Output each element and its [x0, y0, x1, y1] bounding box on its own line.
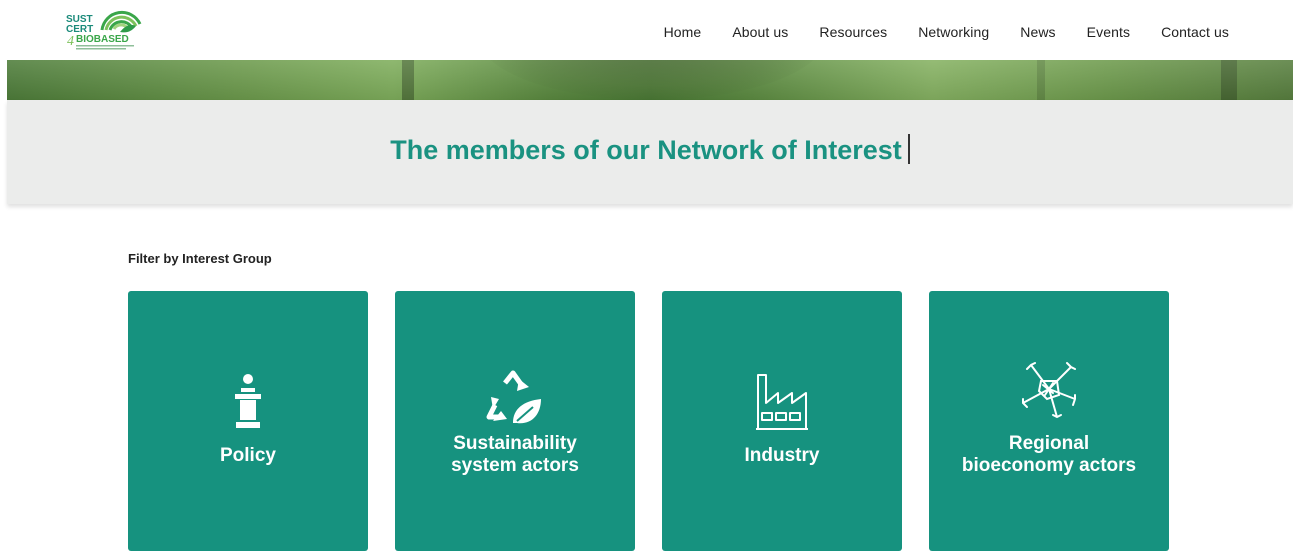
nav-contact-us[interactable]: Contact us	[1161, 24, 1229, 40]
title-band: The members of our Network of Interest	[7, 100, 1293, 204]
filter-card-regional-bioeconomy-actors[interactable]: Regional bioeconomy actors	[929, 291, 1169, 551]
podium-speaker-icon	[128, 373, 368, 429]
nav-networking[interactable]: Networking	[918, 24, 989, 40]
page-title-text: The members of our Network of Interest	[390, 135, 902, 165]
logo-digit: 4	[67, 34, 74, 49]
filter-card-policy[interactable]: Policy	[128, 291, 368, 551]
logo-text-biobased: BIOBASED	[76, 34, 129, 45]
card-label: Sustainability system actors	[451, 433, 579, 476]
recycle-leaf-icon	[395, 369, 635, 427]
card-label: Industry	[744, 445, 820, 466]
filter-card-sustainability-system-actors[interactable]: Sustainability system actors	[395, 291, 635, 551]
hero-banner-image	[7, 60, 1293, 100]
joined-hands-icon	[929, 359, 1169, 419]
nav-news[interactable]: News	[1020, 24, 1055, 40]
main-nav: Home About us Resources Networking News …	[633, 0, 1229, 64]
nav-events[interactable]: Events	[1087, 24, 1130, 40]
page-title: The members of our Network of Interest	[7, 134, 1293, 166]
nav-about-us[interactable]: About us	[732, 24, 788, 40]
text-cursor	[907, 134, 910, 164]
site-header: SUST CERT 4 BIOBASED Home About us Resou…	[0, 0, 1293, 60]
nav-resources[interactable]: Resources	[819, 24, 887, 40]
filter-heading: Filter by Interest Group	[128, 251, 272, 266]
logo-graphic: SUST CERT 4 BIOBASED	[66, 10, 142, 50]
card-label: Regional bioeconomy actors	[961, 433, 1137, 476]
nav-home[interactable]: Home	[664, 24, 702, 40]
factory-icon	[662, 373, 902, 431]
filter-card-industry[interactable]: Industry	[662, 291, 902, 551]
sustcert4biobased-logo[interactable]: SUST CERT 4 BIOBASED	[64, 8, 144, 56]
card-label: Policy	[220, 445, 276, 466]
